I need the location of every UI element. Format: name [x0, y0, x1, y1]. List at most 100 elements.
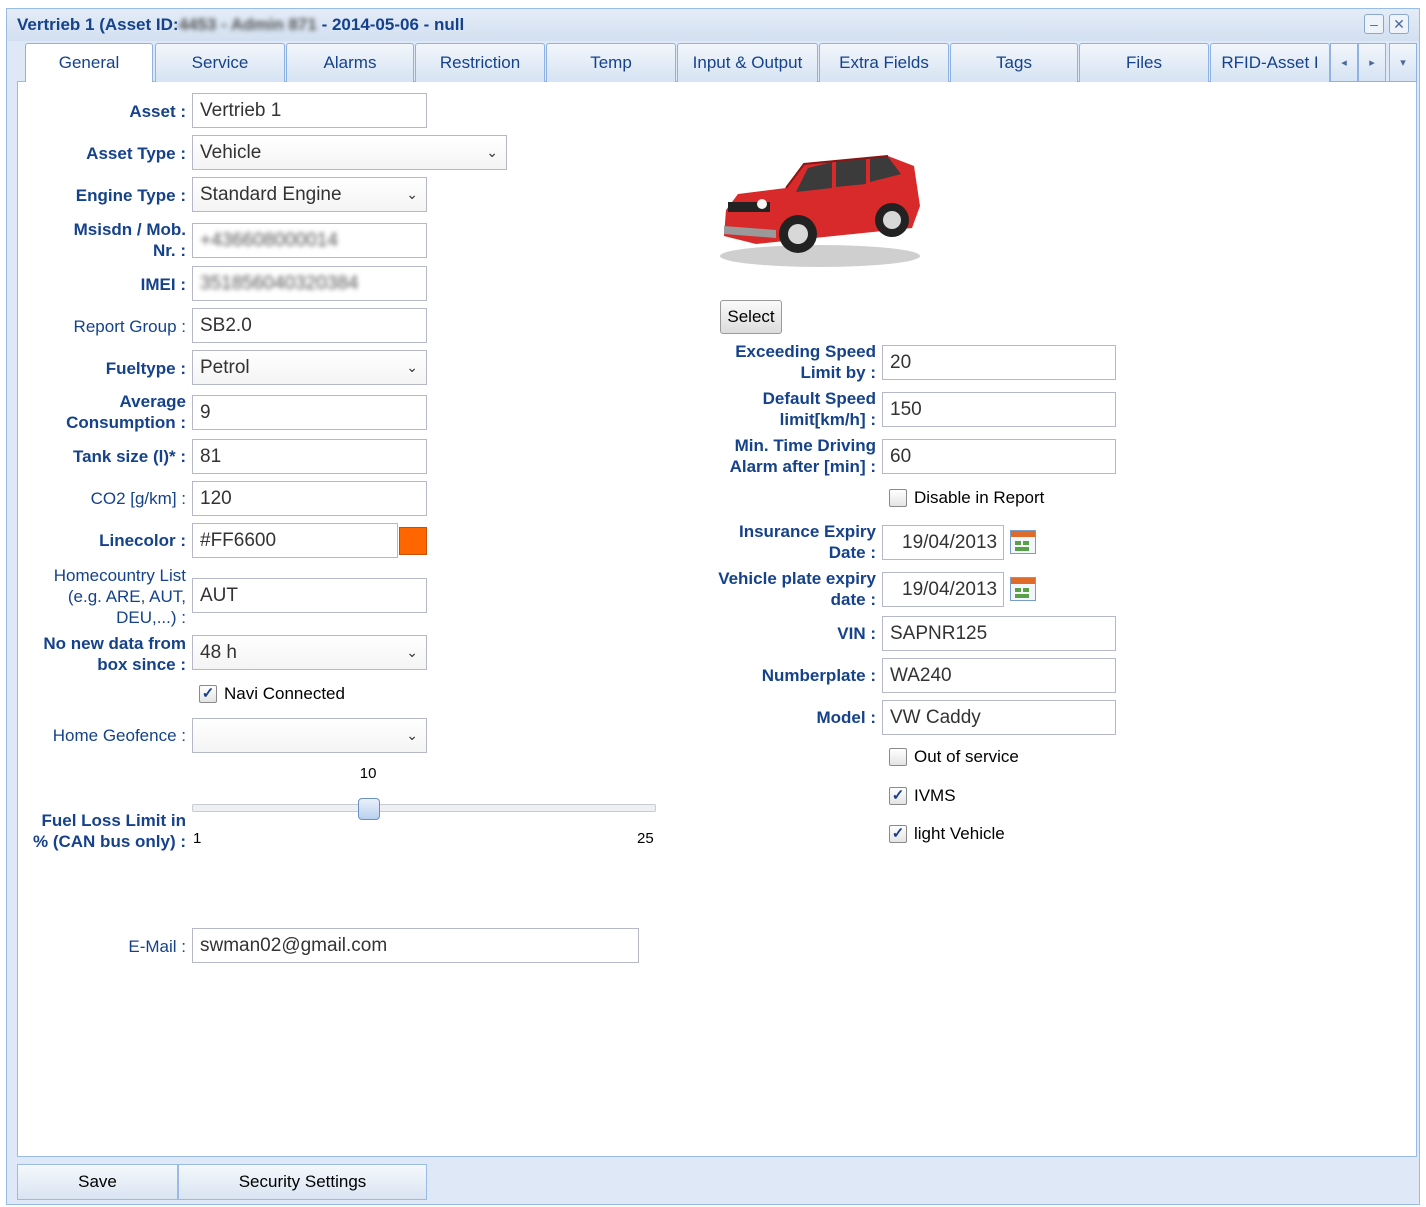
- min-time-driving-input[interactable]: 60: [882, 439, 1116, 474]
- tab-rfid-asset[interactable]: RFID-Asset I: [1210, 43, 1330, 82]
- check-icon: ✓: [201, 685, 215, 702]
- navi-connected-label: Navi Connected: [224, 684, 345, 703]
- tab-restriction[interactable]: Restriction: [415, 43, 545, 82]
- co2-label: CO2 [g/km] :: [90, 489, 186, 508]
- co2-input[interactable]: 120: [192, 481, 427, 516]
- fueltype-label: Fueltype :: [105, 359, 186, 378]
- security-settings-button[interactable]: Security Settings: [178, 1164, 427, 1200]
- insurance-expiry-label: Insurance Expiry Date :: [738, 522, 876, 562]
- fuel-loss-slider-handle[interactable]: [357, 798, 380, 820]
- plate-expiry-input[interactable]: 19/04/2013: [882, 572, 1004, 607]
- title-prefix: Vertrieb 1 (Asset ID:: [17, 15, 179, 34]
- title-redacted: 4453 - Admin 871: [178, 15, 317, 34]
- homecountry-input[interactable]: AUT: [192, 578, 427, 613]
- fuel-loss-value: 10: [359, 765, 377, 782]
- calendar-icon[interactable]: [1010, 530, 1036, 554]
- asset-label: Asset :: [129, 102, 186, 121]
- tab-temp[interactable]: Temp: [546, 43, 676, 82]
- minimize-button[interactable]: –: [1364, 14, 1384, 34]
- insurance-expiry-input[interactable]: 19/04/2013: [882, 525, 1004, 560]
- msisdn-input[interactable]: +436608000014: [192, 223, 427, 258]
- engine-type-select[interactable]: Standard Engine ⌄: [192, 177, 427, 212]
- imei-input[interactable]: 351856040320384: [192, 266, 427, 301]
- imei-label: IMEI :: [140, 275, 186, 294]
- report-group-input[interactable]: SB2.0: [192, 308, 427, 343]
- vin-label: VIN :: [837, 624, 876, 643]
- engine-type-label: Engine Type :: [75, 186, 186, 205]
- tab-files[interactable]: Files: [1079, 43, 1209, 82]
- ivms-label: IVMS: [914, 786, 956, 805]
- home-geofence-select[interactable]: ⌄: [192, 718, 427, 753]
- no-new-data-value: 48 h: [200, 642, 237, 663]
- tab-general[interactable]: General: [25, 43, 153, 83]
- imei-value: 351856040320384: [200, 273, 359, 294]
- tab-scroll-right-icon[interactable]: ▸: [1358, 43, 1386, 82]
- linecolor-input[interactable]: #FF6600: [192, 523, 398, 558]
- min-time-driving-label: Min. Time Driving Alarm after [min] :: [729, 436, 876, 476]
- fuel-loss-slider-track[interactable]: [192, 804, 656, 812]
- check-icon: ✓: [891, 787, 905, 804]
- plate-expiry-label: Vehicle plate expiry date :: [718, 569, 876, 609]
- tab-service[interactable]: Service: [155, 43, 285, 82]
- vehicle-image: [720, 155, 920, 267]
- fuel-loss-max: 25: [637, 830, 654, 847]
- footer-toolbar: Save Security Settings: [17, 1157, 1417, 1203]
- calendar-icon[interactable]: [1010, 577, 1036, 601]
- engine-type-value: Standard Engine: [200, 184, 342, 205]
- asset-window: Vertrieb 1 (Asset ID:4453 - Admin 871 - …: [6, 8, 1420, 1205]
- report-group-label: Report Group :: [73, 317, 186, 336]
- select-image-button[interactable]: Select: [720, 300, 782, 334]
- asset-type-value: Vehicle: [200, 142, 262, 163]
- model-label: Model :: [816, 708, 877, 727]
- exceeding-speed-input[interactable]: 20: [882, 345, 1116, 380]
- tab-scroll-left-icon[interactable]: ◂: [1330, 43, 1358, 82]
- check-icon: ✓: [891, 825, 905, 842]
- light-vehicle-label: light Vehicle: [914, 824, 1005, 843]
- tank-size-input[interactable]: 81: [192, 439, 427, 474]
- email-input[interactable]: swman02@gmail.com: [192, 928, 639, 963]
- chevron-down-icon: ⌄: [406, 727, 418, 743]
- avg-consumption-input[interactable]: 9: [192, 395, 427, 430]
- msisdn-label: Msisdn / Mob. Nr. :: [73, 220, 186, 260]
- tab-menu-icon[interactable]: ▾: [1389, 43, 1417, 82]
- chevron-down-icon: ⌄: [406, 186, 418, 202]
- numberplate-label: Numberplate :: [761, 666, 876, 685]
- linecolor-swatch[interactable]: [399, 527, 427, 555]
- msisdn-value: +436608000014: [200, 230, 338, 251]
- exceeding-speed-label: Exceeding Speed Limit by :: [735, 342, 876, 382]
- default-speed-input[interactable]: 150: [882, 392, 1116, 427]
- asset-input[interactable]: Vertrieb 1: [192, 93, 427, 128]
- asset-type-label: Asset Type :: [86, 144, 186, 163]
- tab-input-output[interactable]: Input & Output: [677, 43, 818, 82]
- tab-bar: General Service Alarms Restriction Temp …: [17, 43, 1417, 83]
- no-new-data-label: No new data from box since :: [43, 634, 186, 674]
- ivms-checkbox[interactable]: ✓: [889, 787, 907, 805]
- navi-connected-checkbox[interactable]: ✓: [199, 685, 217, 703]
- out-of-service-label: Out of service: [914, 747, 1019, 766]
- asset-type-select[interactable]: Vehicle ⌄: [192, 135, 507, 170]
- fuel-loss-min: 1: [193, 830, 202, 847]
- numberplate-input[interactable]: WA240: [882, 658, 1116, 693]
- no-new-data-select[interactable]: 48 h ⌄: [192, 635, 427, 670]
- email-label: E-Mail :: [128, 937, 186, 956]
- vin-input[interactable]: SAPNR125: [882, 616, 1116, 651]
- title-suffix: - 2014-05-06 - null: [316, 15, 465, 34]
- fueltype-select[interactable]: Petrol ⌄: [192, 350, 427, 385]
- disable-in-report-checkbox[interactable]: [889, 489, 907, 507]
- light-vehicle-checkbox[interactable]: ✓: [889, 825, 907, 843]
- homecountry-label: Homecountry List (e.g. ARE, AUT, DEU,...…: [53, 566, 186, 627]
- fueltype-value: Petrol: [200, 357, 250, 378]
- out-of-service-checkbox[interactable]: [889, 748, 907, 766]
- model-input[interactable]: VW Caddy: [882, 700, 1116, 735]
- save-button[interactable]: Save: [17, 1164, 178, 1200]
- tab-tags[interactable]: Tags: [950, 43, 1078, 82]
- avg-consumption-label: Average Consumption :: [66, 392, 186, 432]
- window-title: Vertrieb 1 (Asset ID:4453 - Admin 871 - …: [17, 15, 464, 35]
- fuel-loss-label: Fuel Loss Limit in % (CAN bus only) :: [33, 811, 186, 851]
- general-panel: Asset : Vertrieb 1 Asset Type : Vehicle …: [17, 82, 1417, 1157]
- close-button[interactable]: ✕: [1389, 14, 1409, 34]
- title-bar[interactable]: Vertrieb 1 (Asset ID:4453 - Admin 871 - …: [7, 9, 1419, 41]
- tab-extra-fields[interactable]: Extra Fields: [819, 43, 949, 82]
- linecolor-label: Linecolor :: [99, 531, 186, 550]
- tab-alarms[interactable]: Alarms: [286, 43, 414, 82]
